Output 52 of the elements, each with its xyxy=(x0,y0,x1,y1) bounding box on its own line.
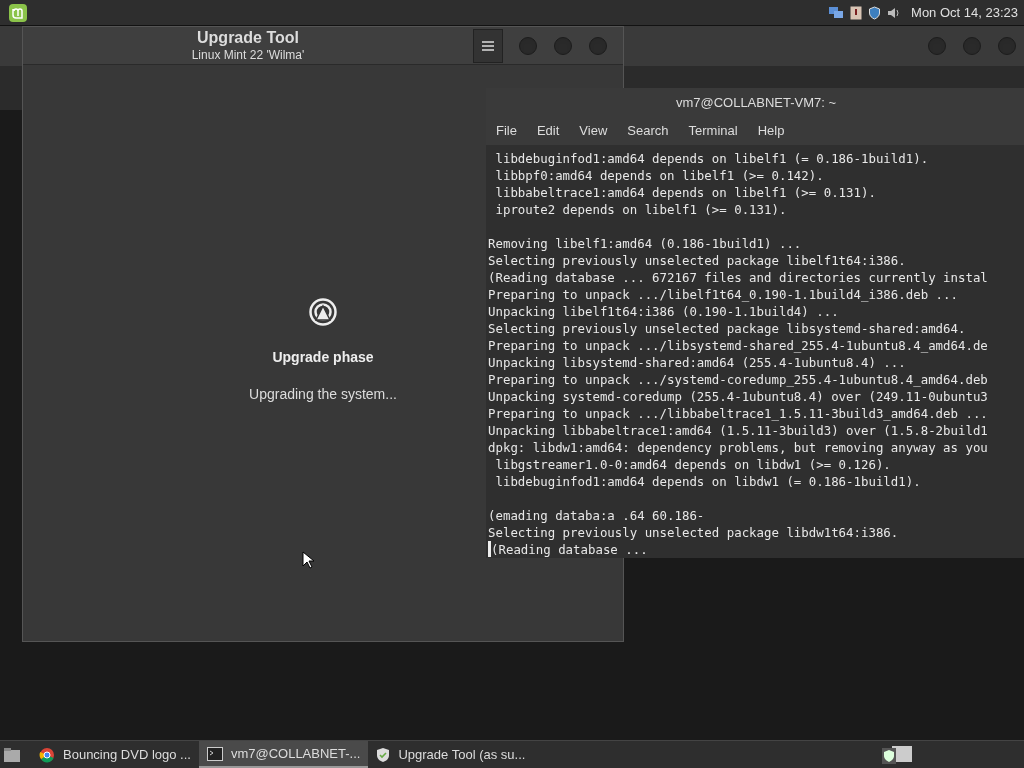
menu-item[interactable]: View xyxy=(579,121,608,141)
terminal-line: libgstreamer1.0-0:amd64 depends on libdw1 (>= 0.126). xyxy=(494,456,891,473)
shield-icon[interactable] xyxy=(868,5,882,20)
phase-title: Upgrade phase xyxy=(272,348,374,367)
network-icon[interactable] xyxy=(828,5,845,20)
upgrade-icon xyxy=(308,297,338,327)
terminal-line: dpkg: libdw1:amd64: dependency problems, but removing anyway as you xyxy=(488,439,988,456)
menu-item[interactable]: Terminal xyxy=(688,121,738,141)
terminal-icon xyxy=(206,746,223,761)
terminal-line: libbabeltrace1:amd64 depends on libelf1 (>= 0.131). xyxy=(494,184,876,201)
workspace-switcher-icon[interactable] xyxy=(880,743,914,766)
window-title: vm7@COLLABNET-VM7: ~ xyxy=(675,94,837,112)
window-subtitle: Linux Mint 22 'Wilma' xyxy=(191,48,305,63)
menu-item[interactable]: Edit xyxy=(536,121,560,141)
terminal-line: Unpacking libsystemd-shared:amd64 (255.4-1ubuntu8.4) ... xyxy=(488,354,906,371)
terminal-line: libbpf0:amd64 depends on libelf1 (>= 0.142). xyxy=(494,167,824,184)
terminal-line: libdebuginfod1:amd64 depends on libelf1 (= 0.186-1build1). xyxy=(494,150,929,167)
clock[interactable]: Mon Oct 14, 23:23 xyxy=(911,2,1018,23)
mouse-pointer-icon xyxy=(302,551,314,569)
files-icon[interactable] xyxy=(3,746,21,763)
browser-icon xyxy=(39,746,55,763)
terminal-line: Preparing to unpack .../systemd-coredump_255.4-1ubuntu8.4_amd64.deb xyxy=(488,371,988,388)
terminal-line: libdebuginfod1:amd64 depends on libdw1 (= 0.186-1build1). xyxy=(494,473,921,490)
terminal-line: Unpacking libelf1t64:i386 (0.190-1.1build4) ... xyxy=(488,303,839,320)
shield-icon xyxy=(376,746,391,763)
terminal-line: Selecting previously unselected package libsystemd-shared:amd64. xyxy=(488,320,966,337)
taskbar-item[interactable]: vm7@COLLABNET-... xyxy=(198,741,369,768)
terminal-line: Preparing to unpack .../libbabeltrace1_1.5.11-3build3_amd64.deb ... xyxy=(488,405,988,422)
taskbar-item[interactable]: Upgrade Tool (as su... xyxy=(368,741,534,768)
menu-item[interactable]: File xyxy=(496,121,517,141)
menu-item[interactable]: Help xyxy=(757,121,785,141)
menu-icon xyxy=(482,40,494,51)
terminal-line: Unpacking libbabeltrace1:amd64 (1.5.11-3build3) over (1.5.8-2build1 xyxy=(488,422,988,439)
menu-item[interactable]: Search xyxy=(627,121,669,141)
clipboard-icon[interactable] xyxy=(850,5,863,20)
terminal-line: Selecting previously unselected package libelf1t64:i386. xyxy=(488,252,906,269)
terminal-line: Preparing to unpack .../libelf1t64_0.190-1.1build4_i386.deb ... xyxy=(488,286,958,303)
speaker-icon[interactable] xyxy=(887,5,902,20)
terminal-line: (Reading database ... xyxy=(491,541,648,558)
terminal-cursor xyxy=(488,541,491,557)
terminal-line: Selecting previously unselected package libdw1t64:i386. xyxy=(488,524,899,541)
terminal-line: Unpacking systemd-coredump (255.4-1ubuntu8.4) over (249.11-0ubuntu3 xyxy=(488,388,988,405)
terminal-line: (emading databa:a .64 60.186- xyxy=(488,507,705,524)
mint-logo-icon[interactable] xyxy=(8,2,28,23)
taskbar-item[interactable]: Bouncing DVD logo ... xyxy=(31,741,199,768)
terminal-line: Removing libelf1:amd64 (0.186-1build1) ... xyxy=(488,235,802,252)
terminal-line: iproute2 depends on libelf1 (>= 0.131). xyxy=(494,201,787,218)
phase-status: Upgrading the system... xyxy=(249,385,397,404)
menu-button[interactable] xyxy=(473,28,503,63)
terminal-line: Preparing to unpack .../libsystemd-shared_255.4-1ubuntu8.4_amd64.de xyxy=(488,337,988,354)
window-title: Upgrade Tool xyxy=(197,28,299,48)
terminal-line: (Reading database ... 672167 files and directories currently instal xyxy=(488,269,988,286)
